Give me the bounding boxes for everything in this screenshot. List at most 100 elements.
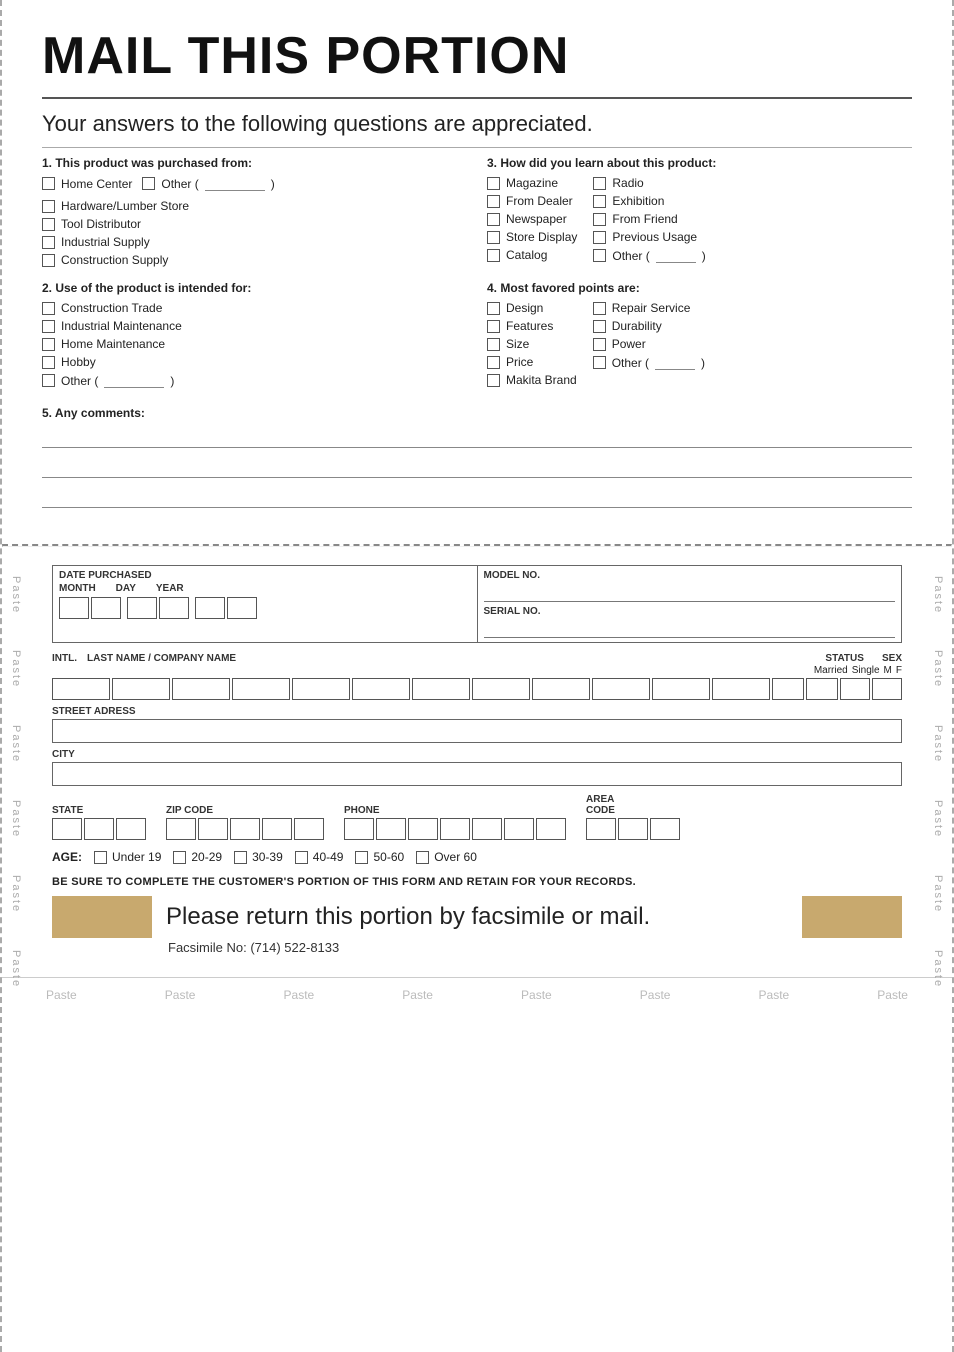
age-30-39: 30-39 xyxy=(234,850,283,864)
q3-magazine-label: Magazine xyxy=(506,176,558,190)
phone-cell-2[interactable] xyxy=(376,818,406,840)
name-cell-5[interactable] xyxy=(292,678,350,700)
m-cell[interactable] xyxy=(840,678,870,700)
area-cell-1[interactable] xyxy=(586,818,616,840)
month-cell-2[interactable] xyxy=(91,597,121,619)
serial-input[interactable] xyxy=(484,618,896,638)
cb-construction-trade[interactable] xyxy=(42,302,55,315)
name-cell-4[interactable] xyxy=(232,678,290,700)
cb-catalog[interactable] xyxy=(487,249,500,262)
zip-cell-5[interactable] xyxy=(294,818,324,840)
cb-q3-other[interactable] xyxy=(593,249,606,262)
cb-tool-dist[interactable] xyxy=(42,218,55,231)
q3-exhibition: Exhibition xyxy=(593,194,705,208)
name-cell-3[interactable] xyxy=(172,678,230,700)
year-cell-1[interactable] xyxy=(195,597,225,619)
street-input[interactable] xyxy=(52,719,902,743)
cb-power[interactable] xyxy=(593,338,606,351)
cb-radio[interactable] xyxy=(593,177,606,190)
year-cell-2[interactable] xyxy=(227,597,257,619)
name-cell-7[interactable] xyxy=(412,678,470,700)
cb-exhibition[interactable] xyxy=(593,195,606,208)
cut-line-container xyxy=(2,544,952,547)
name-cell-10[interactable] xyxy=(592,678,650,700)
q3-friend-label: From Friend xyxy=(612,212,677,226)
state-cell-3[interactable] xyxy=(116,818,146,840)
cb-design[interactable] xyxy=(487,302,500,315)
q3-exhibition-label: Exhibition xyxy=(612,194,664,208)
cb-hobby[interactable] xyxy=(42,356,55,369)
cb-age-2029[interactable] xyxy=(173,851,186,864)
name-cell-2[interactable] xyxy=(112,678,170,700)
cb-magazine[interactable] xyxy=(487,177,500,190)
cb-from-friend[interactable] xyxy=(593,213,606,226)
month-label: MONTH xyxy=(59,583,96,594)
zip-cell-3[interactable] xyxy=(230,818,260,840)
cb-q2-other[interactable] xyxy=(42,374,55,387)
q2-construction-trade: Construction Trade xyxy=(42,301,467,315)
q3-magazine: Magazine xyxy=(487,176,577,190)
q3-catalog: Catalog xyxy=(487,248,577,262)
zip-cell-4[interactable] xyxy=(262,818,292,840)
day-cell-2[interactable] xyxy=(159,597,189,619)
name-cell-1[interactable] xyxy=(52,678,110,700)
cb-age-under19[interactable] xyxy=(94,851,107,864)
cb-features[interactable] xyxy=(487,320,500,333)
phone-cell-4[interactable] xyxy=(440,818,470,840)
name-cell-6[interactable] xyxy=(352,678,410,700)
szpa-labels: STATE ZIP CODE xyxy=(52,794,902,840)
cb-age-4049[interactable] xyxy=(295,851,308,864)
area-cell-2[interactable] xyxy=(618,818,648,840)
cb-size[interactable] xyxy=(487,338,500,351)
phone-cell-1[interactable] xyxy=(344,818,374,840)
phone-cell-6[interactable] xyxy=(504,818,534,840)
cb-newspaper[interactable] xyxy=(487,213,500,226)
name-cell-11[interactable] xyxy=(652,678,710,700)
cb-durability[interactable] xyxy=(593,320,606,333)
phone-cell-5[interactable] xyxy=(472,818,502,840)
q1-home-center: Home Center xyxy=(42,177,132,191)
cb-q1-other[interactable] xyxy=(142,177,155,190)
q3-col1: Magazine From Dealer Newspaper Stor xyxy=(487,176,577,267)
cb-price[interactable] xyxy=(487,356,500,369)
model-input[interactable] xyxy=(484,582,896,602)
cb-prev-usage[interactable] xyxy=(593,231,606,244)
zip-cell-1[interactable] xyxy=(166,818,196,840)
cb-repair[interactable] xyxy=(593,302,606,315)
month-cell-1[interactable] xyxy=(59,597,89,619)
q2-other-blank xyxy=(104,373,164,388)
cb-makita[interactable] xyxy=(487,374,500,387)
name-cell-12[interactable] xyxy=(712,678,770,700)
married-cell[interactable] xyxy=(772,678,804,700)
cb-home-maint[interactable] xyxy=(42,338,55,351)
cb-from-dealer[interactable] xyxy=(487,195,500,208)
f-cell[interactable] xyxy=(872,678,902,700)
single-cell[interactable] xyxy=(806,678,838,700)
bottom-paste-4: Paste xyxy=(402,988,433,1002)
cb-hardware[interactable] xyxy=(42,200,55,213)
cb-age-3039[interactable] xyxy=(234,851,247,864)
cb-home-center[interactable] xyxy=(42,177,55,190)
name-cell-8[interactable] xyxy=(472,678,530,700)
state-cell-1[interactable] xyxy=(52,818,82,840)
phone-group: PHONE xyxy=(344,805,566,840)
cb-age-5060[interactable] xyxy=(355,851,368,864)
age-2029-label: 20-29 xyxy=(191,850,222,864)
q3-store-display: Store Display xyxy=(487,230,577,244)
zip-cell-2[interactable] xyxy=(198,818,228,840)
name-cell-9[interactable] xyxy=(532,678,590,700)
city-input[interactable] xyxy=(52,762,902,786)
name-main-cells xyxy=(52,678,770,700)
cb-construction[interactable] xyxy=(42,254,55,267)
cb-industrial-maint[interactable] xyxy=(42,320,55,333)
cb-q4-other[interactable] xyxy=(593,356,606,369)
area-cell-3[interactable] xyxy=(650,818,680,840)
phone-cell-3[interactable] xyxy=(408,818,438,840)
phone-cell-7[interactable] xyxy=(536,818,566,840)
state-cell-2[interactable] xyxy=(84,818,114,840)
day-cell-1[interactable] xyxy=(127,597,157,619)
q4-other: Other ( ) xyxy=(593,355,705,370)
cb-age-over60[interactable] xyxy=(416,851,429,864)
cb-industrial[interactable] xyxy=(42,236,55,249)
cb-store-display[interactable] xyxy=(487,231,500,244)
